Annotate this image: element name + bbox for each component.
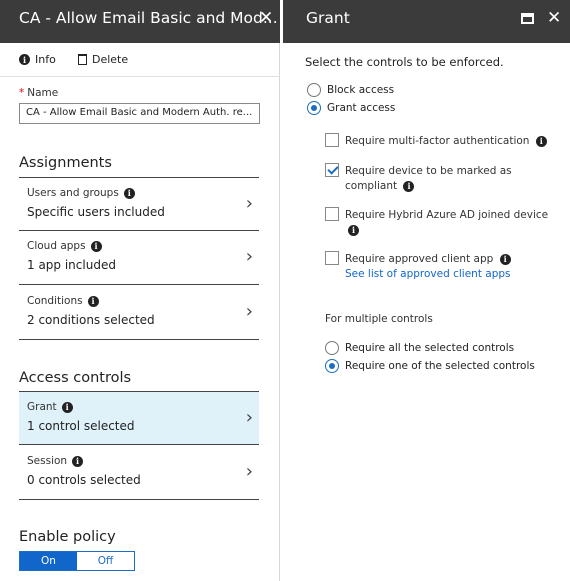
info-icon: i <box>403 181 415 192</box>
block-access-radio[interactable]: Block access <box>307 83 394 97</box>
compliant-checkbox-row[interactable]: Require device to be marked as compliant… <box>325 163 512 194</box>
info-icon: i <box>87 295 99 307</box>
grant-blade: Grant ✕ Select the controls to be enforc… <box>283 0 570 581</box>
name-field-label: * Name <box>19 87 58 99</box>
info-icon: i <box>348 225 359 236</box>
radio-button[interactable] <box>307 83 321 97</box>
trash-icon <box>78 54 87 65</box>
grant-instruction: Select the controls to be enforced. <box>305 55 504 69</box>
checkbox[interactable] <box>325 163 339 177</box>
policy-blade-header: CA - Allow Email Basic and Mod... ✕ <box>0 0 280 43</box>
radio-label: Require one of the selected controls <box>345 360 535 372</box>
grant-access-radio[interactable]: Grant access <box>307 101 395 115</box>
checkbox-label: Require approved client app i See list o… <box>345 252 511 282</box>
checkbox-label: Require Hybrid Azure AD joined device i <box>345 208 548 238</box>
checkbox-label-text: Require device to be marked as <box>345 165 512 177</box>
access-controls-heading: Access controls <box>19 370 132 386</box>
nav-item-label-row: Cloud apps i <box>27 240 102 252</box>
nav-item-conditions[interactable]: Conditions i 2 conditions selected › <box>19 286 259 340</box>
nav-item-label-row: Session i <box>27 455 84 467</box>
nav-item-label-row: Grant i <box>27 401 73 413</box>
toggle-off-option[interactable]: Off <box>77 552 134 570</box>
delete-button-label: Delete <box>92 53 129 66</box>
info-icon: i <box>19 54 30 65</box>
chevron-right-icon: › <box>245 193 253 214</box>
close-icon[interactable]: ✕ <box>547 8 561 28</box>
checkbox-label-text: Require approved client app <box>345 253 494 265</box>
enable-policy-heading: Enable policy <box>19 529 116 545</box>
radio-label: Require all the selected controls <box>345 342 515 354</box>
info-icon: i <box>72 455 84 467</box>
nav-item-label: Conditions <box>27 295 83 307</box>
nav-item-label: Session <box>27 455 68 467</box>
chevron-right-icon: › <box>245 246 253 267</box>
checkbox[interactable] <box>325 133 339 147</box>
info-icon: i <box>90 240 102 252</box>
radio-button[interactable] <box>307 101 321 115</box>
approved-apps-link[interactable]: See list of approved client apps <box>345 268 511 280</box>
grant-blade-header: Grant ✕ <box>283 0 570 43</box>
radio-label: Grant access <box>327 102 396 114</box>
info-icon: i <box>499 254 511 265</box>
command-bar: i Info Delete <box>0 43 280 77</box>
enable-policy-toggle[interactable]: On Off <box>19 551 135 571</box>
checkbox-label-text: Require multi-factor authentication <box>345 135 530 147</box>
policy-blade-title: CA - Allow Email Basic and Mod... <box>19 9 278 27</box>
radio-button[interactable] <box>325 359 339 373</box>
hybrid-joined-checkbox-row[interactable]: Require Hybrid Azure AD joined device i <box>325 207 548 238</box>
info-icon: i <box>535 136 547 147</box>
nav-item-value: 1 control selected <box>27 419 135 433</box>
nav-item-value: 2 conditions selected <box>27 313 155 327</box>
approved-app-checkbox-row[interactable]: Require approved client app i See list o… <box>325 251 511 282</box>
nav-item-label-row: Conditions i <box>27 295 99 307</box>
nav-item-value: 1 app included <box>27 258 116 272</box>
chevron-right-icon: › <box>245 461 253 482</box>
nav-item-grant[interactable]: Grant i 1 control selected › <box>19 391 259 445</box>
assignments-heading: Assignments <box>19 155 112 171</box>
policy-blade: CA - Allow Email Basic and Mod... ✕ i In… <box>0 0 280 581</box>
checkbox[interactable] <box>325 207 339 221</box>
require-all-radio[interactable]: Require all the selected controls <box>325 341 514 355</box>
info-icon: i <box>123 187 135 199</box>
info-icon: i <box>61 401 73 413</box>
nav-item-value: Specific users included <box>27 205 165 219</box>
nav-item-cloud-apps[interactable]: Cloud apps i 1 app included › <box>19 231 259 285</box>
delete-button[interactable]: Delete <box>78 53 128 66</box>
nav-item-label: Grant <box>27 401 57 413</box>
nav-item-value: 0 controls selected <box>27 473 141 487</box>
checkbox-label-text: Require Hybrid Azure AD joined device <box>345 209 549 221</box>
maximize-icon[interactable] <box>521 13 534 24</box>
require-one-radio[interactable]: Require one of the selected controls <box>325 359 535 373</box>
nav-item-label: Users and groups <box>27 187 119 199</box>
checkbox[interactable] <box>325 251 339 265</box>
checkbox-label-text: compliant <box>345 180 398 192</box>
nav-item-session[interactable]: Session i 0 controls selected › <box>19 446 259 500</box>
chevron-right-icon: › <box>245 407 253 428</box>
required-marker: * <box>19 87 25 99</box>
nav-item-label: Cloud apps <box>27 240 86 252</box>
chevron-right-icon: › <box>245 301 253 322</box>
name-input[interactable]: CA - Allow Email Basic and Modern Auth. … <box>19 103 260 124</box>
radio-label: Block access <box>327 84 395 96</box>
nav-item-users-and-groups[interactable]: Users and groups i Specific users includ… <box>19 177 259 231</box>
checkbox-label: Require multi-factor authentication i <box>345 134 547 149</box>
nav-item-label-row: Users and groups i <box>27 187 135 199</box>
radio-button[interactable] <box>325 341 339 355</box>
info-button-label: Info <box>35 53 56 66</box>
info-button[interactable]: i Info <box>19 53 56 66</box>
name-label-text: Name <box>27 87 59 99</box>
checkbox-label: Require device to be marked as compliant… <box>345 164 512 194</box>
multiple-controls-label: For multiple controls <box>325 313 433 325</box>
close-icon[interactable]: ✕ <box>259 8 273 28</box>
mfa-checkbox-row[interactable]: Require multi-factor authentication i <box>325 133 547 149</box>
grant-blade-title: Grant <box>306 9 350 27</box>
toggle-on-option[interactable]: On <box>20 552 77 570</box>
